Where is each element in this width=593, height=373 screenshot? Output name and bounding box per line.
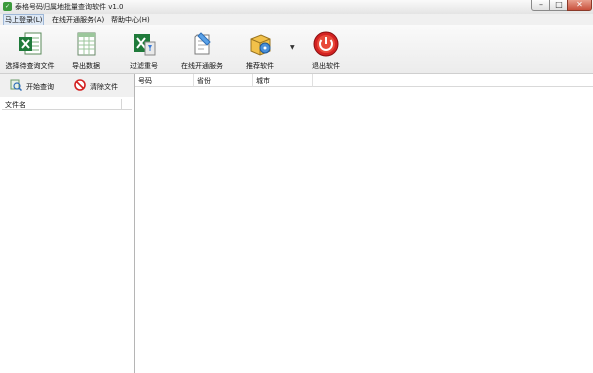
close-button[interactable]: ✕ — [567, 0, 592, 11]
clear-files-label: 清除文件 — [90, 83, 118, 91]
export-data-label: 导出数据 — [72, 62, 100, 70]
column-header-province[interactable]: 省份 — [194, 74, 253, 87]
title-bar: ✓ 泰格号码归属地批量查询软件 v1.0 – □ ✕ — [0, 0, 593, 14]
exit-software-button[interactable]: 退出软件 — [304, 28, 348, 71]
online-service-icon — [194, 32, 211, 55]
menu-bar: 马上登录(L) 在线开通服务(A) 帮助中心(H) — [0, 14, 593, 26]
column-header-filler — [313, 74, 593, 87]
select-file-button[interactable]: 选择待查询文件 — [2, 28, 58, 71]
column-divider — [121, 99, 122, 109]
recommend-software-button[interactable]: 推荐软件 — [238, 28, 282, 71]
prohibit-icon — [74, 79, 86, 91]
online-service-label: 在线开通服务 — [181, 62, 223, 70]
file-list-header[interactable]: 文件名 — [2, 99, 132, 110]
window-title: 泰格号码归属地批量查询软件 v1.0 — [15, 3, 124, 11]
column-header-number[interactable]: 号码 — [135, 74, 194, 87]
filename-column-header: 文件名 — [5, 101, 26, 109]
maximize-button[interactable]: □ — [549, 0, 569, 11]
file-panel: 开始查询 清除文件 文件名 — [0, 74, 135, 373]
menu-online-service[interactable]: 在线开通服务(A) — [52, 15, 104, 25]
filter-duplicates-label: 过滤重号 — [130, 62, 158, 70]
power-icon — [313, 31, 339, 57]
filter-duplicates-button[interactable]: 过滤重号 — [120, 28, 168, 71]
minimize-button[interactable]: – — [531, 0, 551, 11]
start-query-button[interactable]: 开始查询 — [10, 79, 60, 93]
software-box-icon — [250, 34, 271, 56]
magnifier-icon — [10, 79, 22, 91]
app-icon: ✓ — [3, 2, 12, 11]
toolbar: 选择待查询文件 导出数据 过滤重号 在线开通服务 推荐软件 ▼ 退出软件 — [0, 25, 593, 74]
exit-software-label: 退出软件 — [312, 62, 340, 70]
start-query-label: 开始查询 — [26, 83, 54, 91]
menu-help[interactable]: 帮助中心(H) — [111, 15, 150, 25]
results-table: 号码 省份 城市 — [135, 74, 593, 373]
excel-icon — [19, 32, 42, 55]
filter-icon — [134, 34, 156, 56]
spreadsheet-icon — [77, 32, 96, 56]
recommend-software-label: 推荐软件 — [246, 62, 274, 70]
file-panel-toolbar: 开始查询 清除文件 — [0, 74, 134, 97]
export-data-button[interactable]: 导出数据 — [62, 28, 110, 71]
chevron-down-icon[interactable]: ▼ — [290, 44, 295, 51]
clear-files-button[interactable]: 清除文件 — [74, 79, 129, 93]
select-file-label: 选择待查询文件 — [5, 62, 55, 70]
online-service-button[interactable]: 在线开通服务 — [176, 28, 228, 71]
column-header-city[interactable]: 城市 — [253, 74, 313, 87]
